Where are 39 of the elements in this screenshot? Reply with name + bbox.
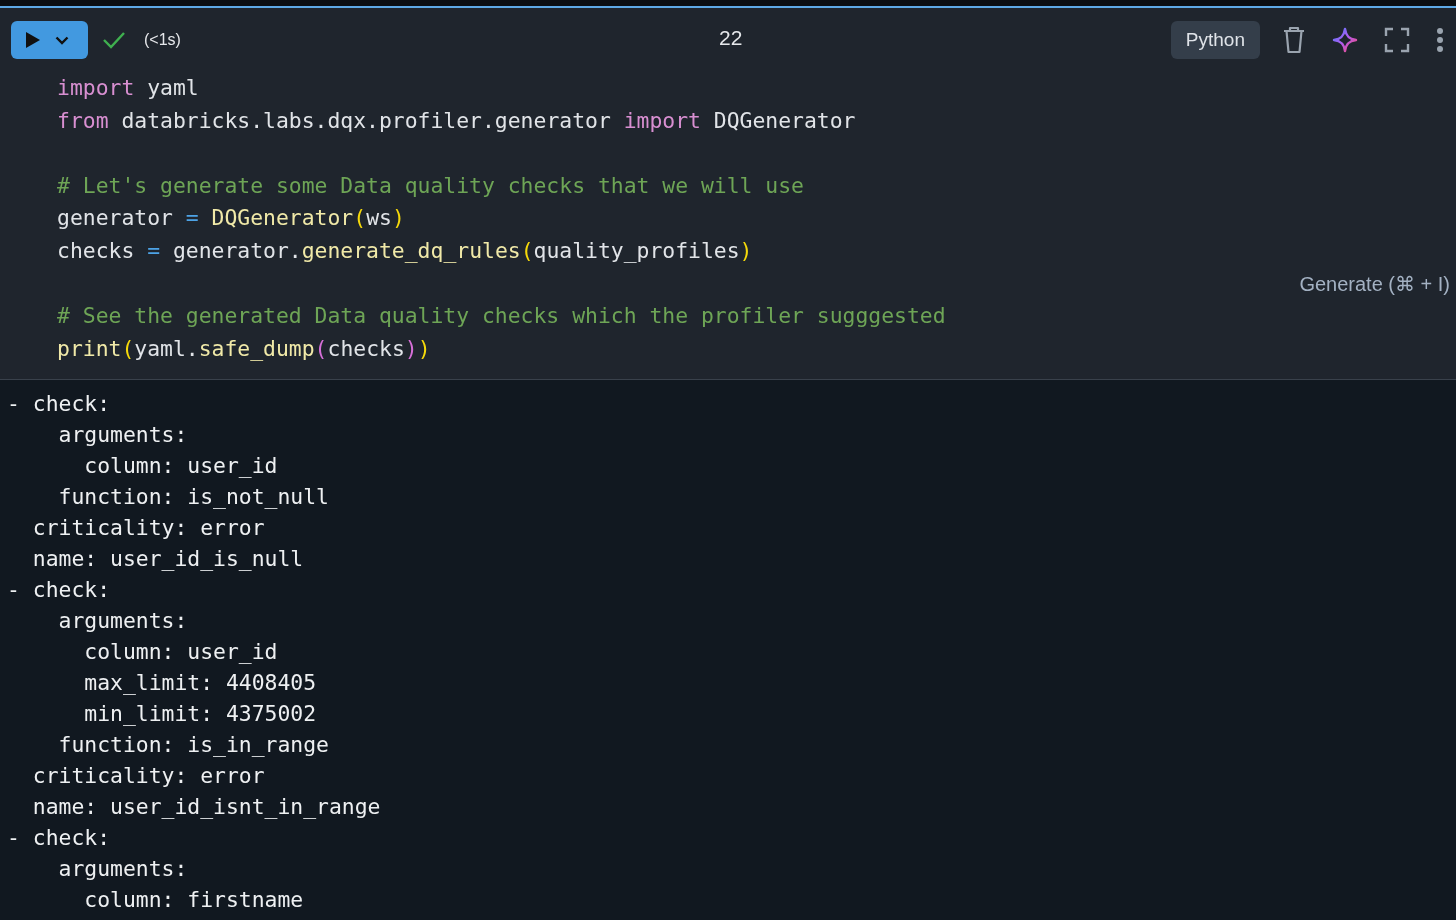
fullscreen-button[interactable] [1384, 27, 1410, 53]
output-line: - check: [7, 391, 111, 417]
output-line: arguments: [57, 856, 188, 882]
output-line: arguments: [57, 608, 188, 634]
code-line: # See the generated Data quality checks which the profiler sugggested [57, 302, 946, 331]
language-button[interactable]: Python [1170, 21, 1260, 59]
run-button[interactable] [11, 21, 88, 59]
trash-icon [1282, 26, 1306, 54]
output-line: arguments: [57, 422, 188, 448]
kebab-icon [1436, 27, 1444, 53]
more-button[interactable] [1436, 27, 1444, 53]
output-line: name: user_id_is_null [31, 546, 304, 572]
output-line: function: is_not_null [57, 484, 329, 510]
output-line: column: user_id [83, 639, 278, 665]
run-duration: (<1s) [144, 31, 181, 49]
output-line: name: user_id_isnt_in_range [31, 794, 381, 820]
code-line: print(yaml.safe_dump(checks)) [57, 334, 431, 363]
assistant-button[interactable] [1332, 27, 1358, 53]
output-line: criticality: error [31, 763, 265, 789]
output-line: max_limit: 4408405 [83, 670, 317, 696]
code-line: import yaml [57, 74, 199, 102]
code-line: generator = DQGenerator(ws) [57, 204, 405, 233]
delete-button[interactable] [1282, 26, 1306, 54]
output-line: min_limit: 4375002 [83, 701, 317, 727]
generate-hint: Generate (⌘ + I) [1299, 271, 1450, 297]
output-line: column: firstname [83, 887, 304, 913]
output-line: criticality: error [31, 515, 265, 541]
caret-icon [55, 35, 69, 45]
code-line: checks = generator.generate_dq_rules(quality_profiles) [57, 236, 753, 265]
output-line: - check: [7, 577, 111, 603]
play-icon [25, 31, 41, 49]
sparkle-icon [1332, 27, 1358, 53]
output-line: column: user_id [83, 453, 278, 479]
output-line: - check: [7, 825, 111, 851]
code-line: # Let's generate some Data quality checks that we will use [57, 171, 804, 200]
code-line: from databricks.labs.dqx.profiler.generator import DQGenerator [57, 106, 856, 135]
output-line: function: is_in_range [57, 732, 329, 758]
fullscreen-icon [1384, 27, 1410, 53]
cell-number: 22 [719, 26, 743, 50]
